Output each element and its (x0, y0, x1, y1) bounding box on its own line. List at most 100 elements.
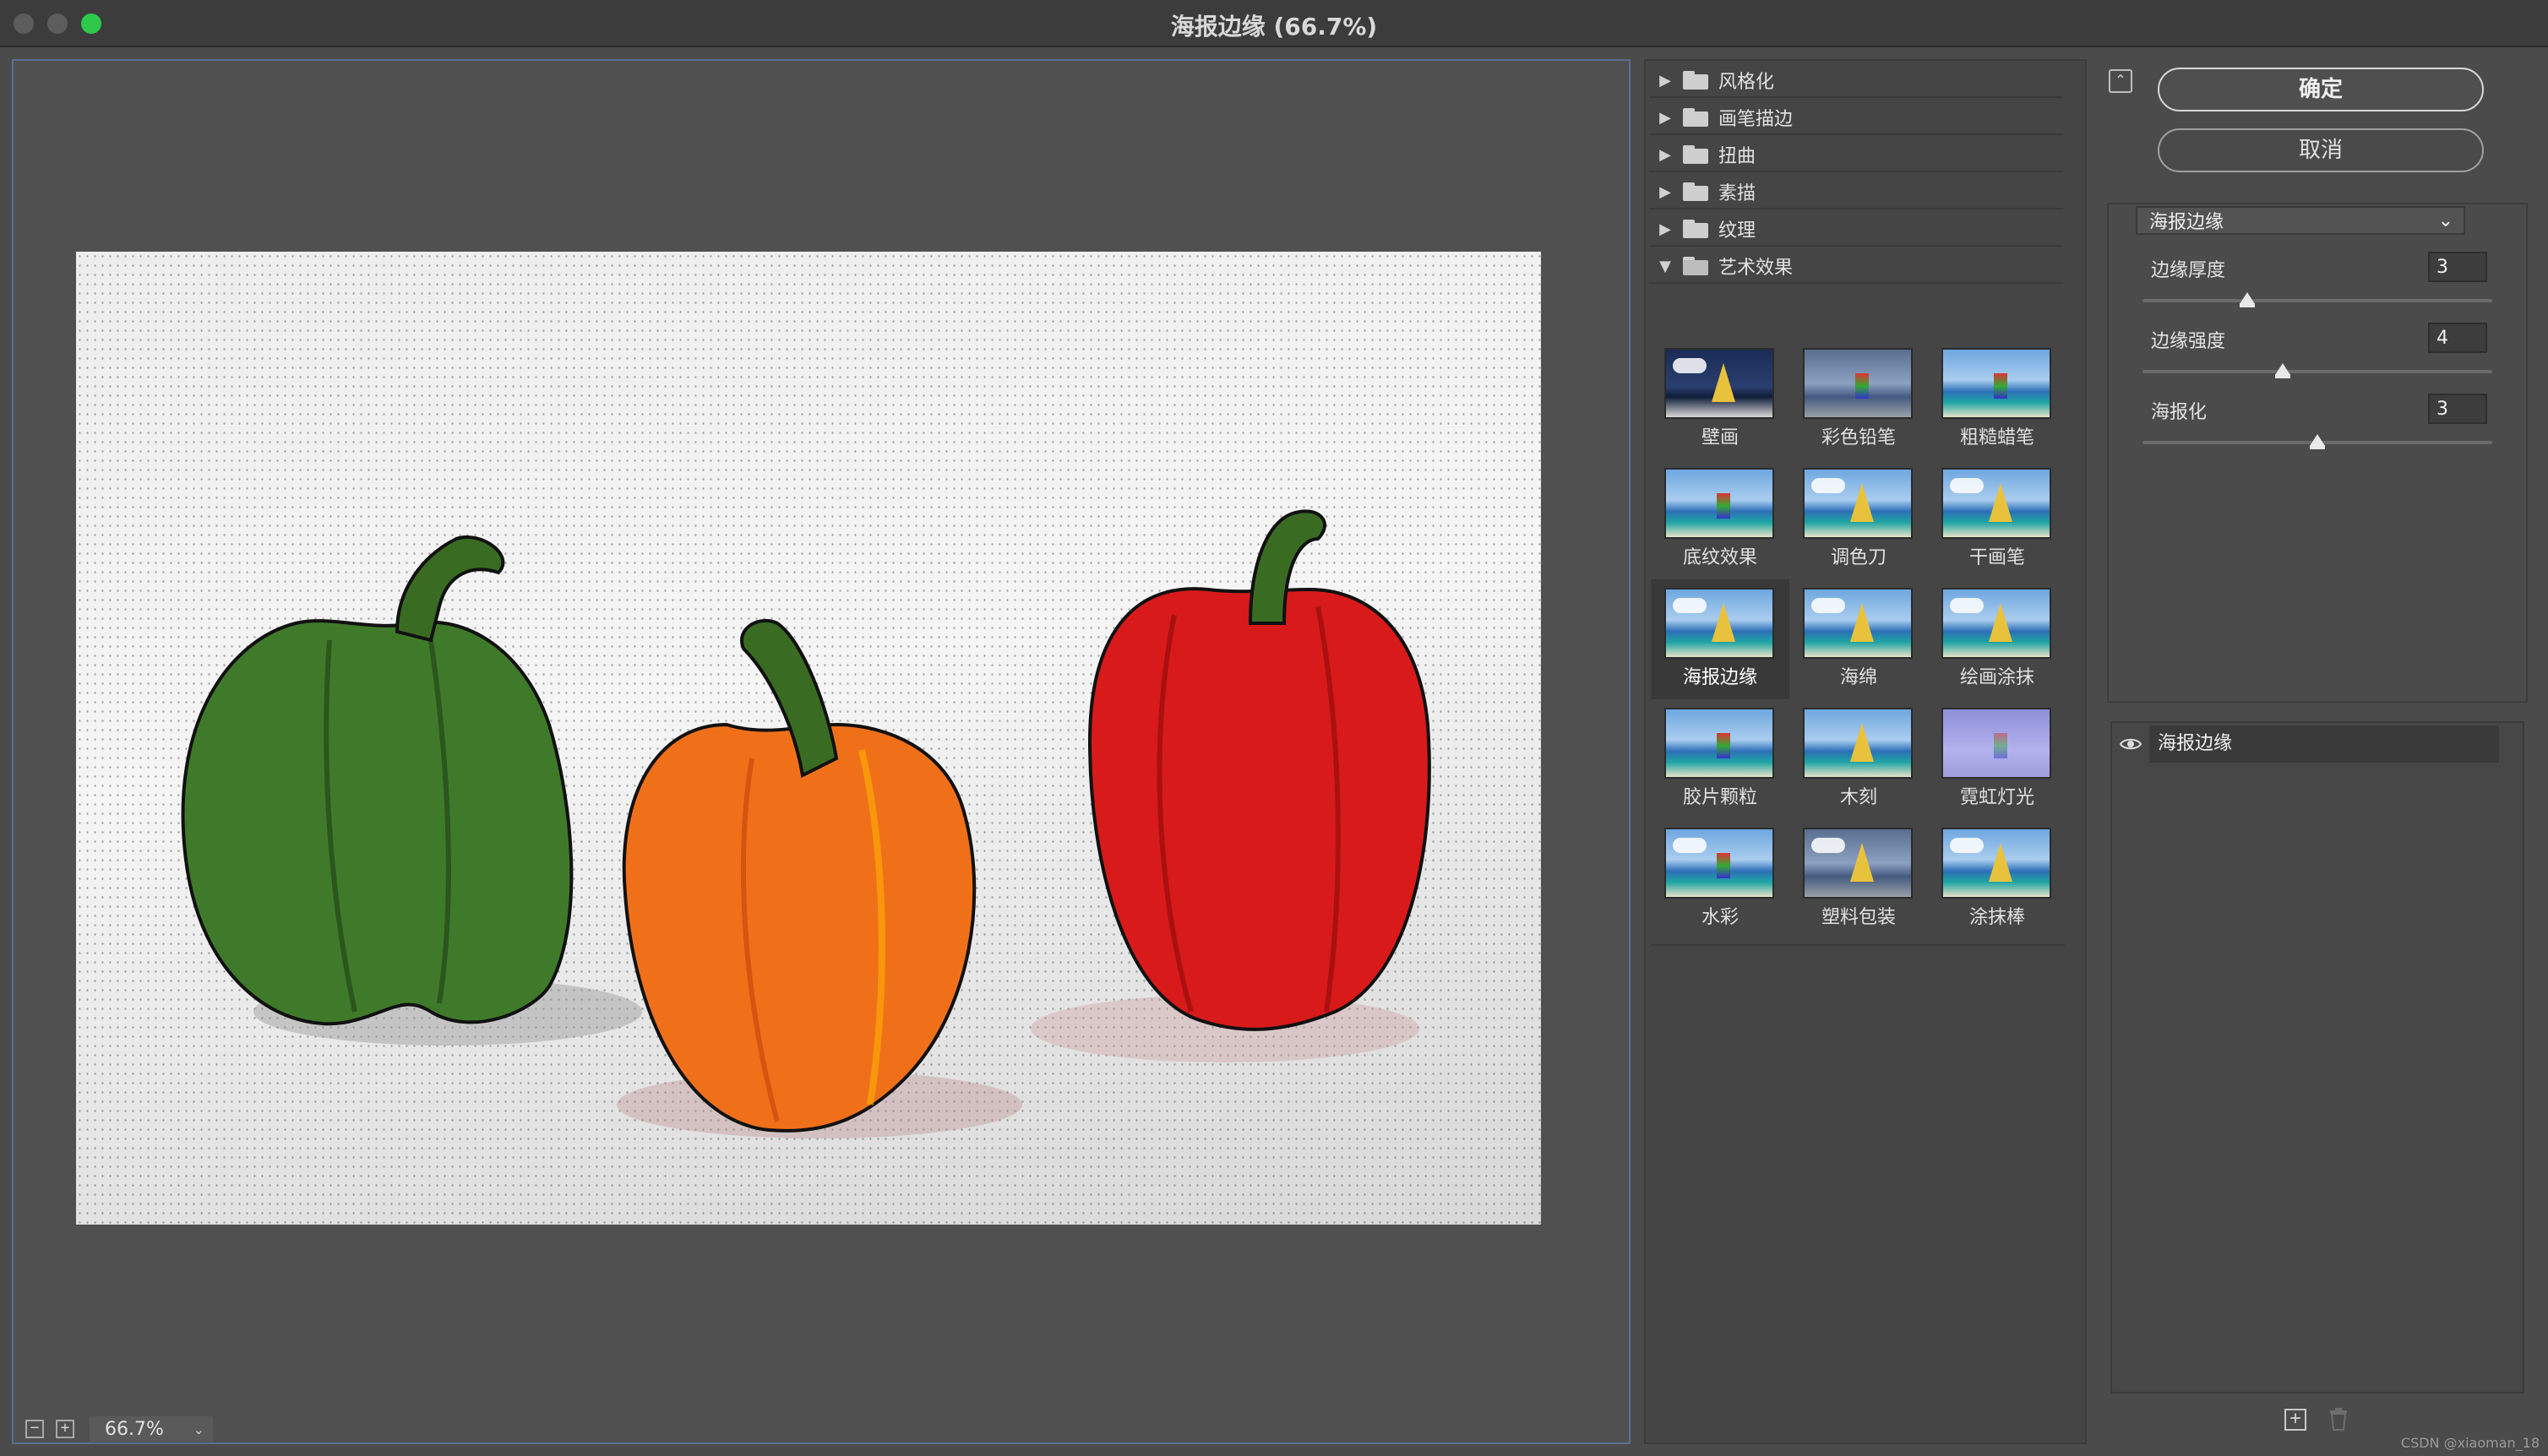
filter-thumb[interactable]: 干画笔 (1928, 459, 2066, 579)
filter-thumb[interactable]: 调色刀 (1789, 459, 1928, 579)
filter-thumb[interactable]: 绘画涂抹 (1928, 579, 2066, 699)
chevron-down-icon: ⌄ (193, 1421, 204, 1437)
expand-triangle-icon: ▶ (1659, 220, 1671, 238)
category-brush-strokes[interactable]: ▶ 画笔描边 (1649, 101, 2063, 135)
filter-label: 绘画涂抹 (1959, 667, 2034, 688)
filter-thumbnail (1664, 828, 1774, 899)
category-label: 画笔描边 (1718, 109, 1794, 130)
filter-label: 胶片颗粒 (1682, 787, 1757, 808)
filter-label: 木刻 (1839, 787, 1877, 808)
category-label: 素描 (1718, 183, 1756, 204)
filter-thumb[interactable]: 粗糙蜡笔 (1928, 340, 2066, 459)
folder-icon (1683, 108, 1708, 127)
posterization-slider-handle[interactable] (2310, 434, 2325, 449)
filter-thumbnail (1941, 708, 2051, 779)
edge-thickness-slider[interactable] (2142, 299, 2492, 302)
divider (1651, 944, 2065, 946)
param-label-edge-thickness: 边缘厚度 (2151, 260, 2226, 281)
category-texture[interactable]: ▶ 纹理 (1649, 213, 2063, 247)
category-label: 艺术效果 (1718, 258, 1794, 279)
watermark: CSDN @xiaoman_18 (2400, 1435, 2540, 1451)
filter-label: 彩色铅笔 (1821, 427, 1896, 448)
filter-thumbnail (1941, 348, 2051, 419)
folder-icon (1683, 182, 1708, 201)
filter-thumb[interactable]: 胶片颗粒 (1651, 699, 1789, 819)
filter-label: 涂抹棒 (1968, 907, 2025, 928)
zoom-select[interactable]: 66.7% ⌄ (90, 1416, 213, 1442)
category-label: 扭曲 (1718, 146, 1756, 167)
filter-label: 干画笔 (1968, 547, 2025, 568)
title-bar: 海报边缘 (66.7%) (0, 0, 2548, 47)
filter-label: 塑料包装 (1821, 907, 1896, 928)
collapse-triangle-icon: ▼ (1659, 257, 1671, 275)
cancel-button[interactable]: 取消 (2158, 128, 2484, 172)
collapse-gallery-icon[interactable]: ⌃ (2109, 69, 2132, 93)
filter-thumb[interactable]: 壁画 (1651, 340, 1789, 459)
edge-thickness-slider-handle[interactable] (2240, 292, 2256, 307)
trash-icon[interactable] (2328, 1407, 2349, 1431)
chevron-down-icon: ⌄ (2437, 209, 2453, 231)
zoom-in-button[interactable]: + (56, 1420, 74, 1438)
filter-thumbnail (1803, 348, 1913, 419)
param-label-edge-intensity: 边缘强度 (2151, 331, 2226, 352)
filter-thumb-selected[interactable]: 海报边缘 (1651, 579, 1789, 699)
expand-triangle-icon: ▶ (1659, 71, 1671, 90)
filter-thumbnail (1803, 708, 1913, 779)
filter-thumb[interactable]: 底纹效果 (1651, 459, 1789, 579)
edge-intensity-input[interactable] (2428, 323, 2487, 353)
category-stylize[interactable]: ▶ 风格化 (1649, 64, 2063, 98)
filter-label: 海报边缘 (1682, 667, 1757, 688)
filter-thumb[interactable]: 水彩 (1651, 819, 1789, 939)
effect-layers-panel (2110, 721, 2524, 1394)
filter-thumb[interactable]: 塑料包装 (1789, 819, 1928, 939)
edge-intensity-slider[interactable] (2142, 370, 2492, 373)
expand-triangle-icon: ▶ (1659, 145, 1671, 164)
folder-icon (1683, 145, 1708, 164)
param-label-posterization: 海报化 (2151, 402, 2208, 423)
eye-icon[interactable] (2112, 725, 2149, 763)
category-distort[interactable]: ▶ 扭曲 (1649, 139, 2063, 172)
ok-button[interactable]: 确定 (2158, 68, 2484, 111)
category-label: 风格化 (1718, 72, 1775, 93)
window-title: 海报边缘 (66.7%) (1170, 13, 1378, 41)
new-effect-layer-icon[interactable]: + (2284, 1409, 2306, 1431)
filter-thumbnail (1664, 588, 1774, 659)
filter-thumbnail (1803, 828, 1913, 899)
posterization-input[interactable] (2428, 394, 2487, 424)
filter-thumb[interactable]: 彩色铅笔 (1789, 340, 1928, 459)
filter-thumbnail (1803, 588, 1913, 659)
zoom-value: 66.7% (105, 1418, 164, 1440)
filter-thumb[interactable]: 海绵 (1789, 579, 1928, 699)
folder-icon (1683, 71, 1708, 90)
zoom-out-button[interactable]: − (25, 1420, 44, 1438)
edge-intensity-slider-handle[interactable] (2274, 363, 2290, 378)
folder-open-icon (1683, 257, 1708, 275)
preview-image[interactable] (76, 252, 1541, 1225)
filter-label: 霓虹灯光 (1959, 787, 2034, 808)
filter-label: 底纹效果 (1682, 547, 1757, 568)
effect-layer-name: 海报边缘 (2149, 725, 2499, 763)
effect-layer-row[interactable]: 海报边缘 (2112, 725, 2499, 763)
filter-thumb[interactable]: 霓虹灯光 (1928, 699, 2066, 819)
filter-thumbnail (1941, 588, 2051, 659)
filter-thumbnail (1941, 828, 2051, 899)
filter-label: 水彩 (1701, 907, 1739, 928)
folder-icon (1683, 220, 1708, 238)
filter-thumbnail (1941, 468, 2051, 539)
filter-select[interactable]: 海报边缘 ⌄ (2136, 206, 2465, 235)
expand-triangle-icon: ▶ (1659, 182, 1671, 201)
filter-label: 调色刀 (1830, 547, 1886, 568)
edge-thickness-input[interactable] (2428, 252, 2487, 282)
preview-panel[interactable] (12, 59, 1631, 1444)
category-sketch[interactable]: ▶ 素描 (1649, 176, 2063, 209)
filter-label: 海绵 (1839, 667, 1877, 688)
peppers-image (181, 509, 1431, 1138)
filter-select-value: 海报边缘 (2149, 212, 2224, 233)
filter-thumb[interactable]: 木刻 (1789, 699, 1928, 819)
filter-label: 粗糙蜡笔 (1959, 427, 2034, 448)
category-artistic[interactable]: ▼ 艺术效果 (1649, 250, 2063, 284)
filter-thumb[interactable]: 涂抹棒 (1928, 819, 2066, 939)
zoom-bar: − + 66.7% ⌄ (14, 1414, 419, 1444)
filter-label: 壁画 (1701, 427, 1739, 448)
filter-thumbnail (1803, 468, 1913, 539)
